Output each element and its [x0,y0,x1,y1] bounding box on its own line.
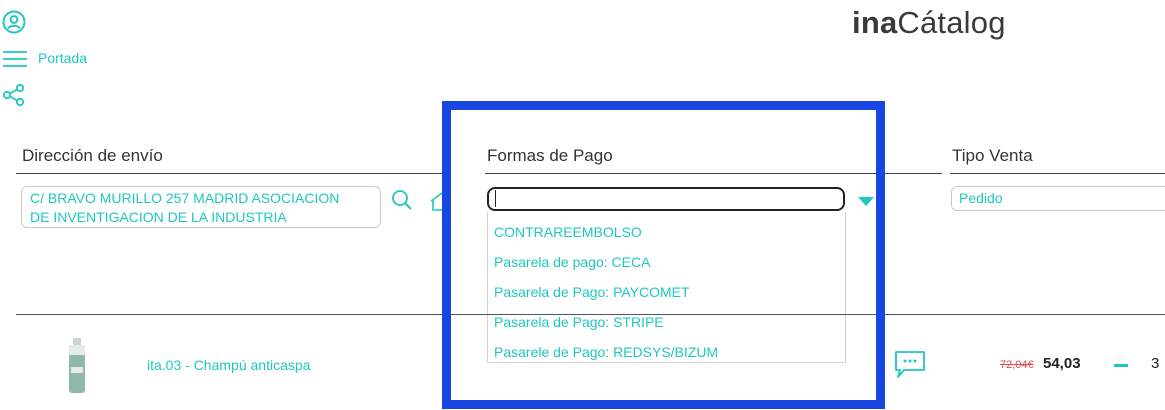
address-line-1: C/ BRAVO MURILLO 257 MADRID ASOCIACION [30,190,340,206]
sale-type-select[interactable]: Pedido [951,186,1165,211]
comment-icon[interactable] [894,350,926,380]
shipping-address-field[interactable]: C/ BRAVO MURILLO 257 MADRID ASOCIACION D… [21,186,381,228]
payment-method-input[interactable] [487,187,845,211]
payment-divider [485,173,942,174]
home-icon[interactable] [430,191,444,211]
product-name[interactable]: ita.03 - Champú anticaspa [147,356,310,374]
menu-icon[interactable] [2,49,28,69]
nav-portada-link[interactable]: Portada [38,50,87,66]
shipping-title: Dirección de envío [22,146,163,165]
sale-type-title: Tipo Venta [952,146,1033,165]
payment-option-paycomet[interactable]: Pasarela de Pago: PAYCOMET [494,283,690,301]
dropdown-arrow-icon[interactable] [857,196,875,208]
user-icon[interactable] [2,10,26,34]
product-row-divider [16,314,1165,315]
sale-type-value: Pedido [959,190,1003,206]
payment-options-dropdown: CONTRAREEMBOLSO Pasarela de pago: CECA P… [487,212,846,363]
address-line-2: DE INVENTIGACION DE LA INDUSTRIA [30,209,287,225]
text-cursor [495,190,496,207]
product-image [69,338,85,393]
minus-icon[interactable] [1114,364,1128,367]
shipping-divider [16,173,448,174]
payment-option-contrareembolso[interactable]: CONTRAREEMBOLSO [494,223,642,241]
product-quantity: 3 [1151,355,1160,372]
payment-title: Formas de Pago [487,146,613,165]
payment-option-stripe[interactable]: Pasarela de Pago: STRIPE [494,313,664,331]
product-price: 54,03 [1043,355,1081,372]
sale-type-divider [950,173,1165,174]
brand-logo: inaCátalog [852,5,1006,40]
payment-option-ceca[interactable]: Pasarela de pago: CECA [494,253,650,271]
payment-option-redsys-bizum[interactable]: Pasarele de Pago: REDSYS/BIZUM [494,343,718,361]
share-icon[interactable] [2,83,26,107]
search-icon[interactable] [391,189,413,211]
product-old-price: 72,04€ [1000,359,1034,371]
